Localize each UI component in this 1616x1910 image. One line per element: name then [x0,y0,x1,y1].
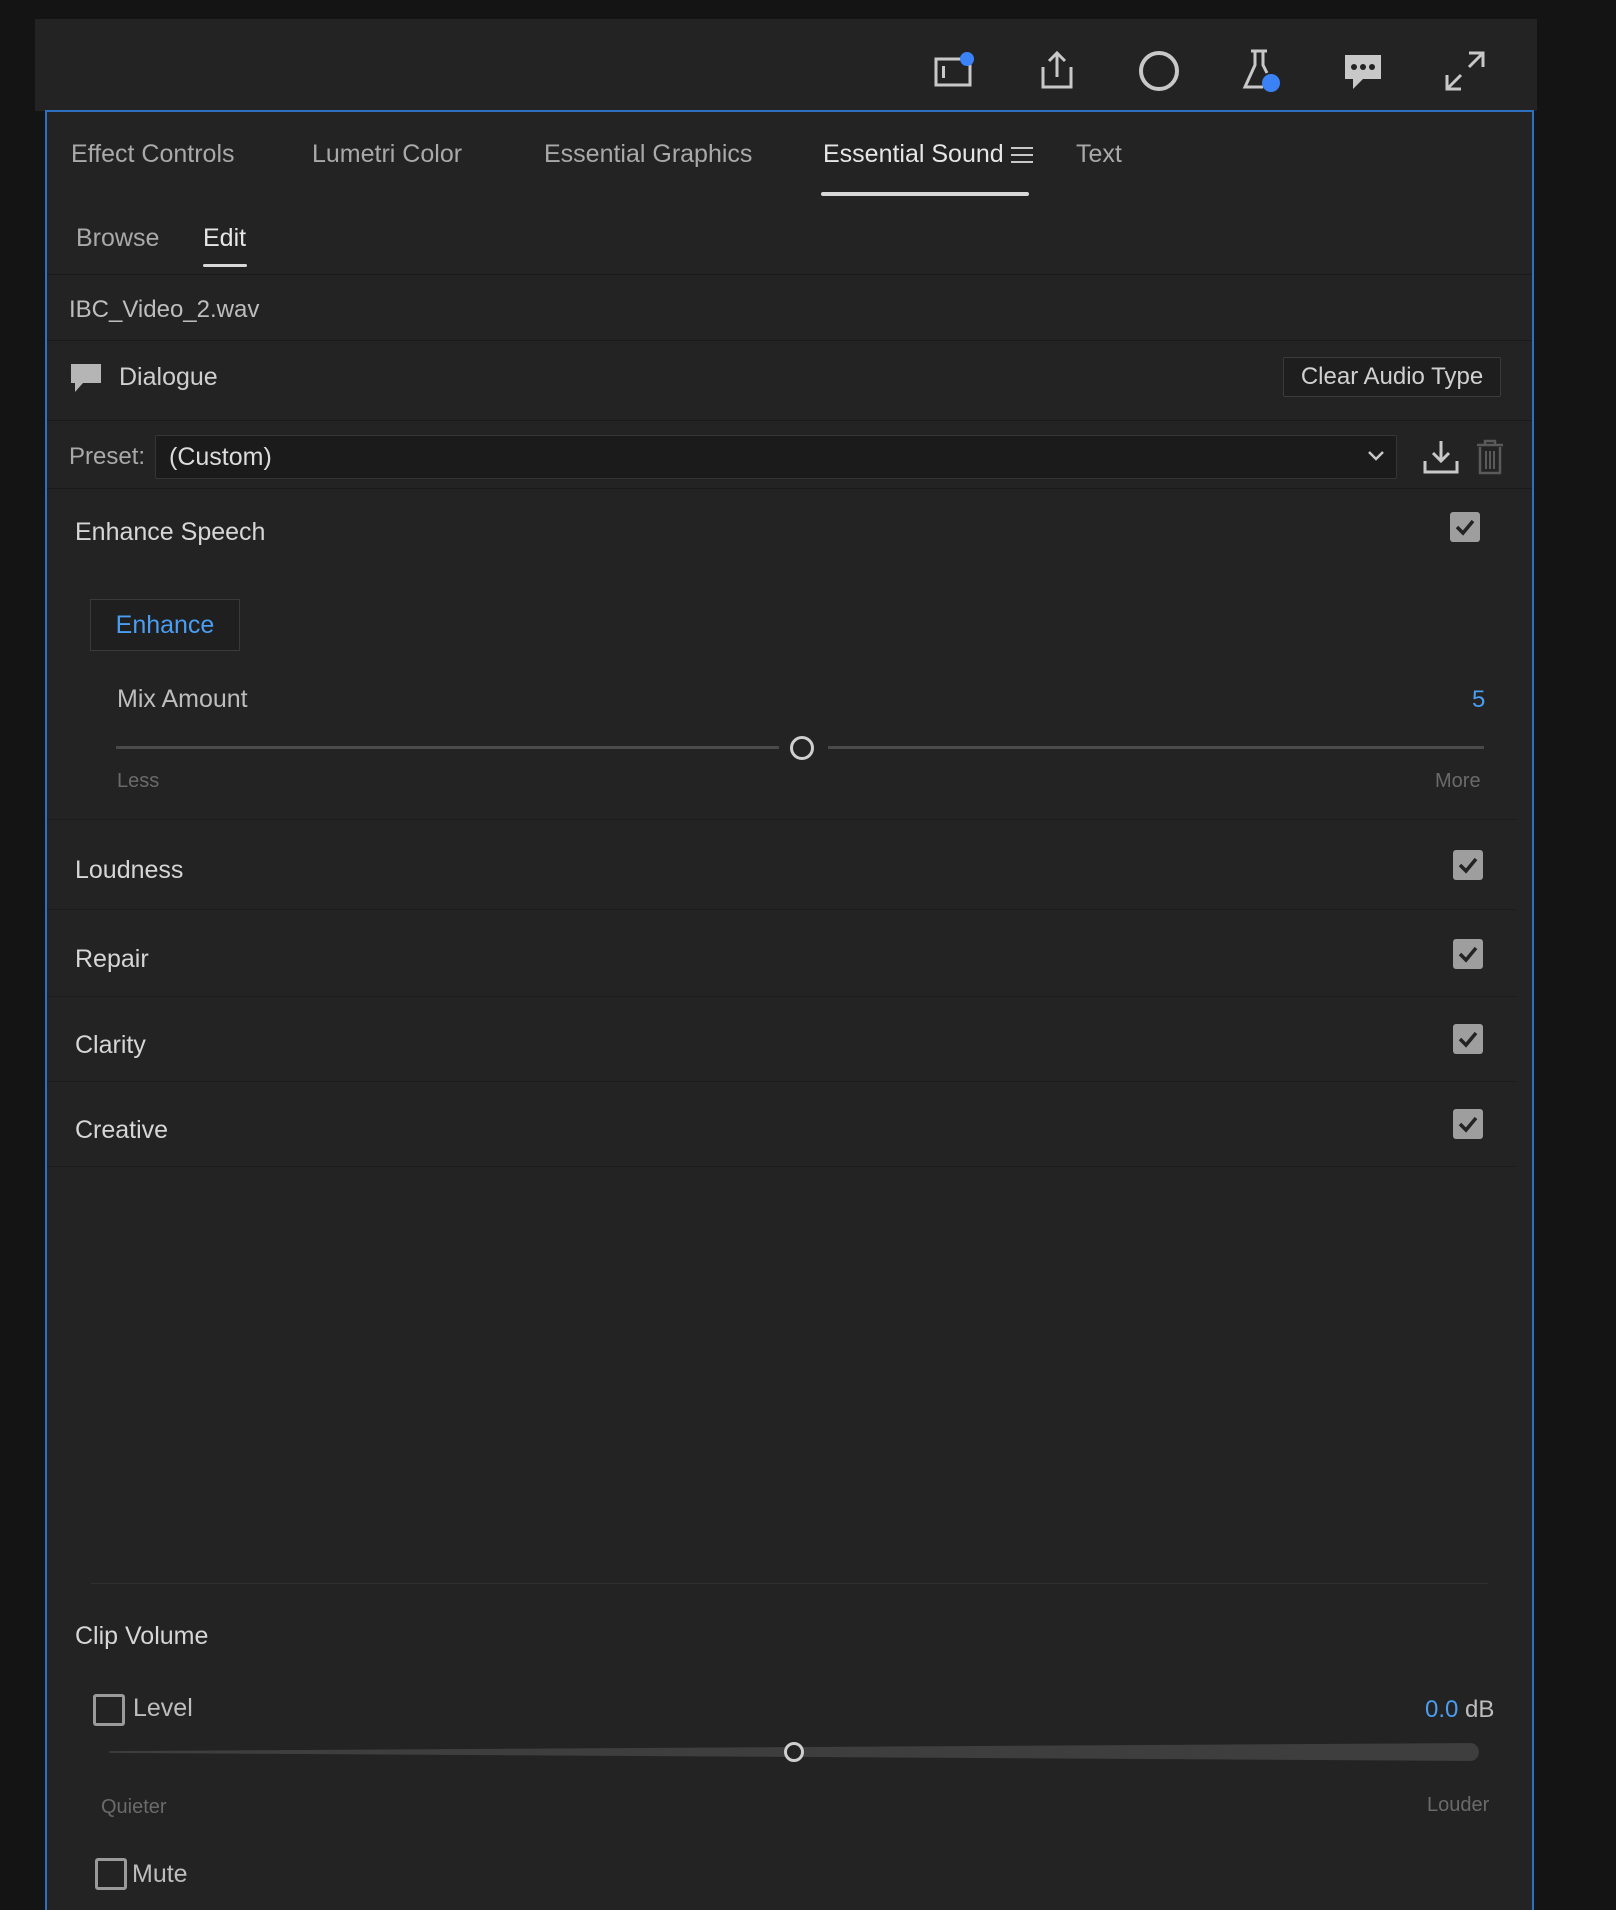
preset-label: Preset: [69,443,146,470]
level-min-label: Quieter [101,1796,167,1818]
tab-essential-graphics[interactable]: Essential Graphics [544,140,752,169]
divider [47,1081,1517,1082]
fullscreen-icon[interactable] [1435,41,1495,101]
level-unit: dB [1465,1696,1495,1723]
level-slider-thumb[interactable] [784,1742,804,1762]
clip-filename: IBC_Video_2.wav [69,296,260,323]
divider [47,488,1532,489]
dialogue-icon [69,361,103,400]
checkmark-icon [1458,1031,1478,1048]
record-icon[interactable] [1129,41,1189,101]
divider [47,420,1532,421]
divider [47,1166,1517,1167]
loudness-section[interactable]: Loudness [75,856,183,885]
divider [91,1583,1488,1584]
top-toolbar [35,19,1537,111]
checkmark-icon [1458,857,1478,874]
clear-audio-type-button[interactable]: Clear Audio Type [1283,357,1501,397]
clarity-checkbox[interactable] [1453,1024,1483,1054]
essential-sound-panel: Effect Controls Lumetri Color Essential … [45,110,1534,1910]
preset-value: (Custom) [169,443,272,471]
tab-effect-controls[interactable]: Effect Controls [71,140,235,169]
chevron-down-icon [1366,448,1386,469]
level-value-readout: 0.0 dB [1425,1696,1494,1724]
share-icon[interactable] [1027,41,1087,101]
repair-section[interactable]: Repair [75,945,149,974]
subtab-edit[interactable]: Edit [203,224,246,253]
enhance-speech-title[interactable]: Enhance Speech [75,518,265,547]
comments-icon[interactable] [1333,41,1393,101]
active-tab-indicator [821,192,1029,196]
mix-amount-slider-thumb[interactable] [790,736,814,760]
mix-amount-value[interactable]: 5 [1472,686,1485,714]
checkmark-icon [1458,946,1478,963]
delete-preset-icon[interactable] [1475,439,1505,480]
clip-volume-title: Clip Volume [75,1622,209,1650]
creative-section[interactable]: Creative [75,1116,168,1145]
mute-checkbox[interactable] [95,1858,127,1890]
preset-dropdown[interactable]: (Custom) [155,435,1397,479]
level-checkbox[interactable] [93,1694,125,1726]
divider [47,909,1517,910]
quick-export-icon[interactable] [925,41,985,101]
tab-essential-sound[interactable]: Essential Sound [823,140,1004,169]
audio-type-label: Dialogue [119,363,218,391]
save-preset-icon[interactable] [1423,439,1459,480]
clarity-section[interactable]: Clarity [75,1031,146,1060]
enhance-button[interactable]: Enhance [90,599,240,651]
level-label: Level [133,1694,193,1722]
subtab-browse[interactable]: Browse [76,224,159,253]
panel-menu-icon[interactable] [1011,147,1033,167]
mix-amount-label: Mix Amount [117,685,248,713]
repair-checkbox[interactable] [1453,939,1483,969]
creative-checkbox[interactable] [1453,1109,1483,1139]
divider [47,996,1517,997]
divider [47,274,1532,275]
divider [47,340,1532,341]
divider [47,819,1517,820]
mix-amount-min-label: Less [117,770,160,792]
mix-amount-track-right[interactable] [828,746,1484,749]
tab-lumetri-color[interactable]: Lumetri Color [312,140,462,169]
mix-amount-max-label: More [1435,770,1481,792]
checkmark-icon [1458,1116,1478,1133]
mute-label: Mute [132,1860,188,1888]
active-subtab-indicator [203,264,247,267]
mix-amount-track-left[interactable] [116,746,779,749]
tab-text[interactable]: Text [1076,140,1122,169]
level-value[interactable]: 0.0 [1425,1696,1458,1723]
checkmark-icon [1455,519,1475,536]
enhance-speech-checkbox[interactable] [1450,512,1480,542]
panel-tabs: Effect Controls Lumetri Color Essential … [47,112,1532,202]
beta-lab-icon[interactable] [1231,41,1291,101]
level-max-label: Louder [1427,1794,1490,1816]
loudness-checkbox[interactable] [1453,850,1483,880]
